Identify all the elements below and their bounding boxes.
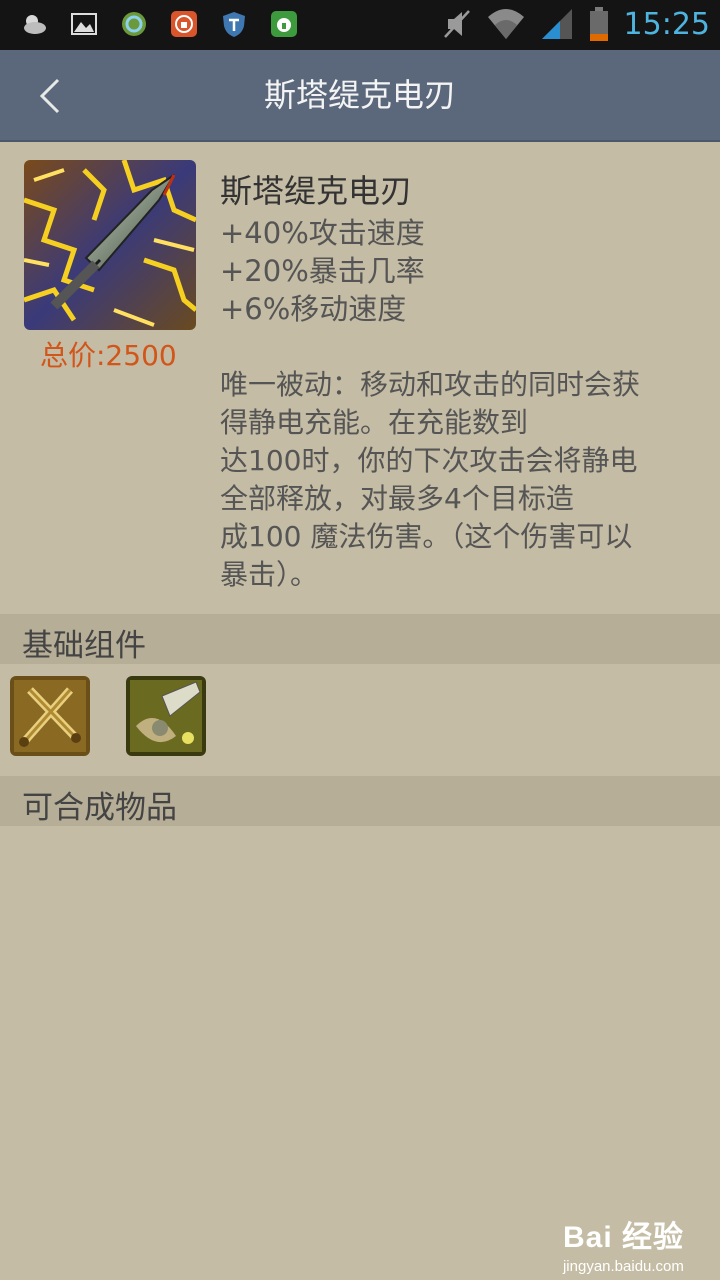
gallery-icon [71, 13, 97, 35]
stat-crit-chance: +20%暴击几率 [220, 254, 425, 288]
sync-icon [122, 12, 146, 36]
baidu-watermark: Bai 经验 jingyan.baidu.com [563, 1212, 684, 1275]
builds-into-section-header: 可合成物品 [0, 776, 720, 826]
lock-icon [271, 11, 297, 37]
weather-icon [24, 15, 46, 34]
components-section-header: 基础组件 [0, 614, 720, 664]
watermark-url: jingyan.baidu.com [562, 1258, 684, 1275]
page-title: 斯塔缇克电刃 [263, 76, 456, 114]
description-line: 暴击）。 [220, 558, 319, 591]
watermark-logo: Bai 经验 [562, 1221, 684, 1254]
builds-into-section-title: 可合成物品 [22, 790, 177, 826]
component-item-cloak[interactable] [126, 676, 206, 756]
clock: 15:25 [623, 6, 710, 42]
stat-attack-speed: +40%攻击速度 [220, 216, 425, 250]
item-description: 唯一被动：移动和攻击的同时会获 得静电充能。在充能数到 达100时，你的下次攻击… [220, 366, 706, 594]
components-section-title: 基础组件 [22, 628, 146, 664]
lock-app-icon [171, 11, 197, 37]
signal-icon [541, 9, 572, 39]
description-line: 成100 魔法伤害。（这个伤害可以 [220, 520, 633, 553]
stat-move-speed: +6%移动速度 [220, 292, 407, 326]
description-line: 达100时，你的下次攻击会将静电 [220, 444, 638, 477]
description-line: 得静电充能。在充能数到 [220, 406, 529, 439]
item-image [24, 160, 196, 330]
item-name: 斯塔缇克电刃 [220, 172, 413, 210]
item-price: 总价:2500 [40, 339, 177, 372]
mute-icon [443, 10, 470, 38]
description-line: 唯一被动：移动和攻击的同时会获 [220, 368, 641, 401]
description-line: 全部释放，对最多4个目标造 [220, 482, 574, 515]
component-item-dagger[interactable] [10, 676, 90, 756]
wifi-icon [487, 9, 524, 39]
title-bar: 斯塔缇克电刃 [0, 50, 720, 142]
item-stats: +40%攻击速度 +20%暴击几率 +6%移动速度 [220, 214, 425, 328]
battery-icon [589, 7, 608, 41]
status-bar: 15:25 [0, 0, 720, 50]
shield-icon [223, 12, 245, 37]
